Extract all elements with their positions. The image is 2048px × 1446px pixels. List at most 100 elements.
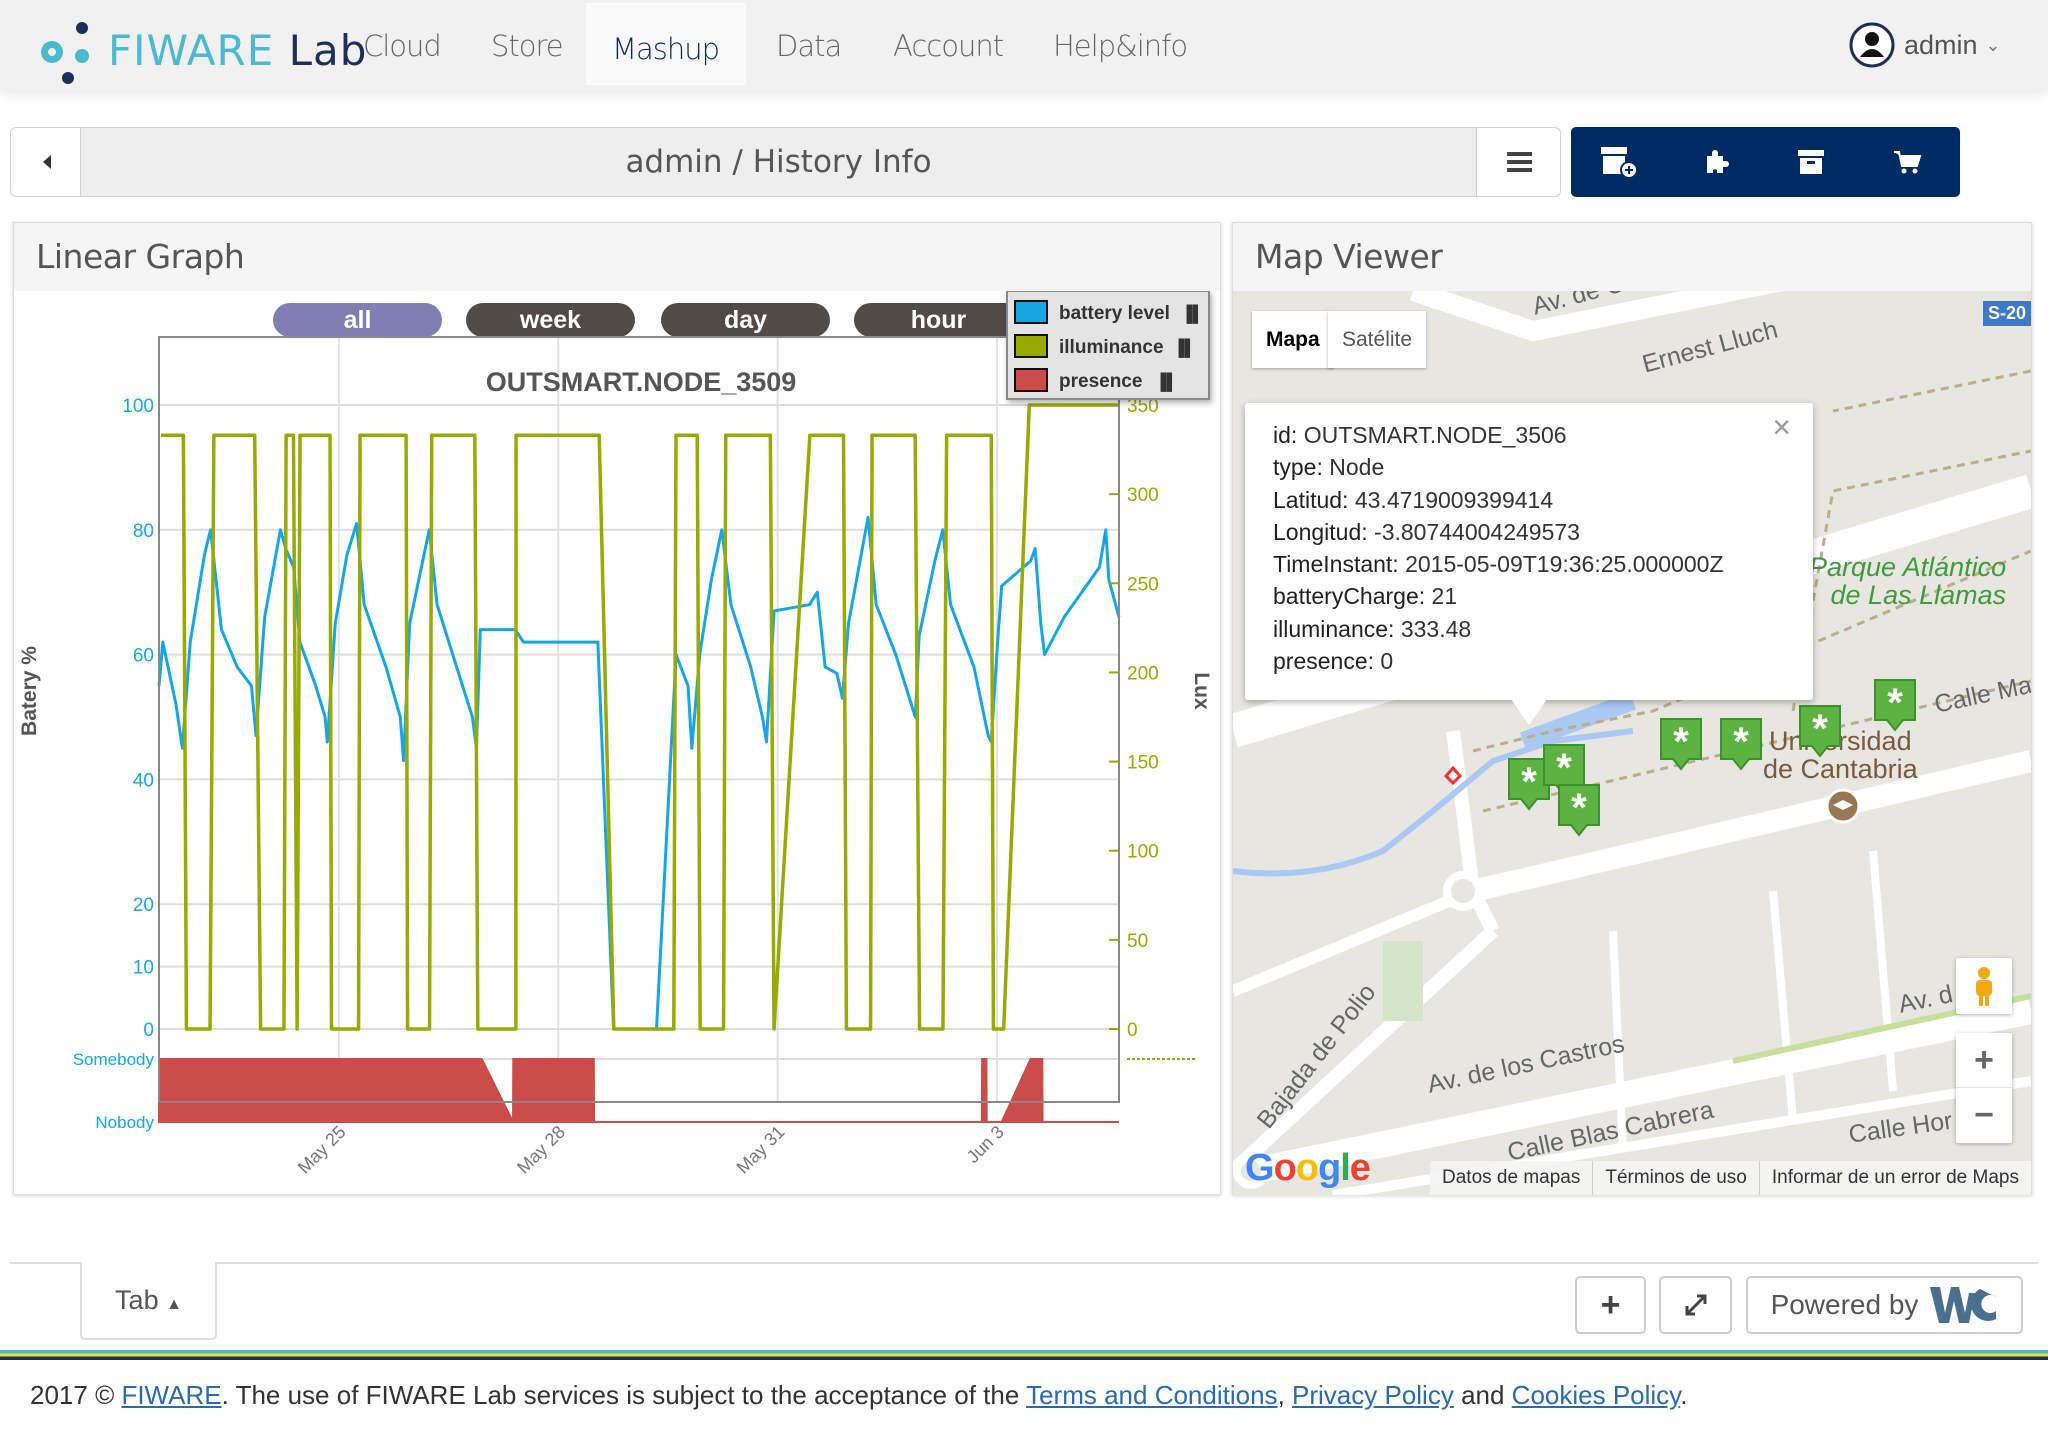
widget-title: Linear Graph <box>14 223 1220 291</box>
popup-key: presence: <box>1273 648 1375 675</box>
caret-left-icon <box>43 155 51 169</box>
components-button[interactable] <box>1667 127 1763 197</box>
bar-chart-icon[interactable]: ▐▌ <box>1173 338 1196 358</box>
presence-tick-label: Nobody <box>95 1113 154 1132</box>
nav-cloud[interactable]: Cloud <box>363 0 442 82</box>
zoom-controls: + − <box>1956 1033 2012 1143</box>
y-right-tick-label: 50 <box>1127 931 1148 952</box>
y-left-tick-label: 20 <box>133 895 154 916</box>
tab-label: Tab <box>115 1285 159 1315</box>
cart-icon <box>1894 151 1922 174</box>
popup-key: Longitud: <box>1273 518 1368 545</box>
chart-title: OUTSMART.NODE_3509 <box>486 367 797 397</box>
nav-store[interactable]: Store <box>491 0 564 82</box>
nav-mashup[interactable]: Mashup <box>586 3 746 85</box>
breadcrumb: admin / History Info <box>625 144 932 180</box>
marketplace-button[interactable] <box>1859 127 1955 197</box>
map-type-map-button[interactable]: Mapa <box>1252 311 1334 368</box>
fullscreen-button[interactable] <box>1659 1276 1732 1334</box>
terms-link[interactable]: Terms and Conditions <box>1026 1380 1277 1410</box>
close-icon[interactable]: × <box>1772 411 1791 444</box>
info-popup: id: OUTSMART.NODE_3506 type: Node Latitud:… <box>1245 403 1813 725</box>
y-left-tick-label: 60 <box>133 646 154 667</box>
sensor-marker-icon[interactable]: * <box>1557 783 1601 839</box>
caret-up-icon: ▲ <box>166 1296 182 1313</box>
popup-value: 333.48 <box>1400 615 1472 642</box>
popup-key: TimeInstant: <box>1273 551 1399 578</box>
svg-text:*: * <box>1521 760 1537 804</box>
nav-helpinfo[interactable]: Help&info <box>1053 0 1188 82</box>
privacy-link[interactable]: Privacy Policy <box>1292 1380 1454 1410</box>
toolbar <box>1571 127 1960 197</box>
chevron-down-icon: ⌄ <box>1985 34 2001 55</box>
sensor-marker-icon[interactable]: * <box>1719 717 1763 773</box>
map-data-link[interactable]: Datos de mapas <box>1430 1161 1594 1195</box>
powered-by-wirecloud[interactable]: Powered by <box>1746 1276 2023 1334</box>
chart-legend: battery level ▐▌ illuminance ▐▌ presence ▐▌ <box>1006 291 1210 400</box>
svg-text:*: * <box>1812 707 1828 751</box>
pegman-icon <box>1976 967 1992 1006</box>
y-right-tick-label: 100 <box>1127 842 1159 863</box>
fiware-logo-icon[interactable] <box>38 20 98 86</box>
fiware-link[interactable]: FIWARE <box>121 1380 221 1410</box>
google-logo[interactable]: Google <box>1245 1147 1371 1190</box>
zoom-in-button[interactable]: + <box>1956 1033 2012 1088</box>
map-viewer-widget: Map Viewer Av. de Canta Ernest Lluch <box>1232 222 2032 1195</box>
popup-key: illuminance: <box>1273 615 1395 642</box>
new-workspace-button[interactable] <box>1571 127 1667 197</box>
nav-account[interactable]: Account <box>893 0 1004 82</box>
pegman-button[interactable] <box>1956 958 2012 1014</box>
popup-value: OUTSMART.NODE_3506 <box>1303 422 1567 448</box>
popup-row: TimeInstant: 2015-05-09T19:36:25.000000Z <box>1273 548 1785 580</box>
popup-row: illuminance: 333.48 <box>1273 613 1785 645</box>
tab-bar-divider <box>10 1262 2038 1264</box>
sensor-marker-icon[interactable]: * <box>1659 717 1703 773</box>
add-tab-button[interactable]: + <box>1575 1276 1646 1334</box>
user-menu[interactable]: admin ⌄ <box>1848 20 2001 70</box>
terms-link[interactable]: Términos de uso <box>1593 1161 1760 1195</box>
y-right-label: Lux <box>1190 672 1213 710</box>
cookies-link[interactable]: Cookies Policy <box>1512 1380 1681 1410</box>
popup-key: Latitud: <box>1273 486 1349 513</box>
svg-text:*: * <box>1673 720 1689 764</box>
popup-row: id: OUTSMART.NODE_3506 <box>1273 419 1785 451</box>
workspace-bar: admin / History Info <box>10 127 1561 197</box>
sensor-marker-icon[interactable]: * <box>1798 704 1842 760</box>
y-right-tick-label: 150 <box>1127 753 1159 774</box>
presence-tick-label: Somebody <box>73 1050 155 1069</box>
popup-value: 0 <box>1380 648 1394 675</box>
popup-row: type: Node <box>1273 451 1785 483</box>
y-left-tick-label: 80 <box>133 521 154 542</box>
legend-label: illuminance <box>1059 337 1164 358</box>
map-canvas[interactable]: Av. de Canta Ernest Lluch S-20 Parque At… <box>1233 291 2031 1195</box>
y-right-tick-label: 250 <box>1127 574 1159 595</box>
plot-frame <box>158 336 1120 1103</box>
x-tick-label: May 31 <box>733 1122 789 1178</box>
y-left-tick-label: 0 <box>143 1020 154 1041</box>
y-left-tick-label: 100 <box>122 396 154 417</box>
archive-icon <box>1798 150 1824 174</box>
nav-data[interactable]: Data <box>776 0 842 82</box>
popup-row: Longitud: -3.80744004249573 <box>1273 516 1785 548</box>
map-attribution: Datos de mapas Términos de uso Informar … <box>1430 1161 2031 1195</box>
map-type-satellite-button[interactable]: Satélite <box>1328 311 1427 368</box>
workspace-menu-button[interactable] <box>1476 128 1560 196</box>
sensor-marker-icon[interactable]: * <box>1873 678 1917 734</box>
hamburger-icon <box>1507 152 1532 172</box>
powered-by-label: Powered by <box>1770 1289 1919 1320</box>
zoom-out-button[interactable]: − <box>1956 1088 2012 1143</box>
back-button[interactable] <box>11 128 81 196</box>
bar-chart-icon[interactable]: ▐▌ <box>1181 304 1204 324</box>
logo-text[interactable]: FIWARE Lab <box>108 26 367 75</box>
series-illuminance-line <box>161 403 1119 1031</box>
popup-key: batteryCharge: <box>1273 583 1426 610</box>
bar-chart-icon[interactable]: ▐▌ <box>1155 372 1178 392</box>
report-error-link[interactable]: Informar de un error de Maps <box>1760 1161 2031 1195</box>
puzzle-icon <box>1707 150 1729 173</box>
legend-label: battery level <box>1059 303 1170 324</box>
archive-button[interactable] <box>1763 127 1859 197</box>
legend-label: presence <box>1059 371 1142 392</box>
popup-value: -3.80744004249573 <box>1374 518 1580 545</box>
popup-key: id: <box>1273 422 1298 448</box>
tab-button[interactable]: Tab ▲ <box>80 1262 217 1340</box>
